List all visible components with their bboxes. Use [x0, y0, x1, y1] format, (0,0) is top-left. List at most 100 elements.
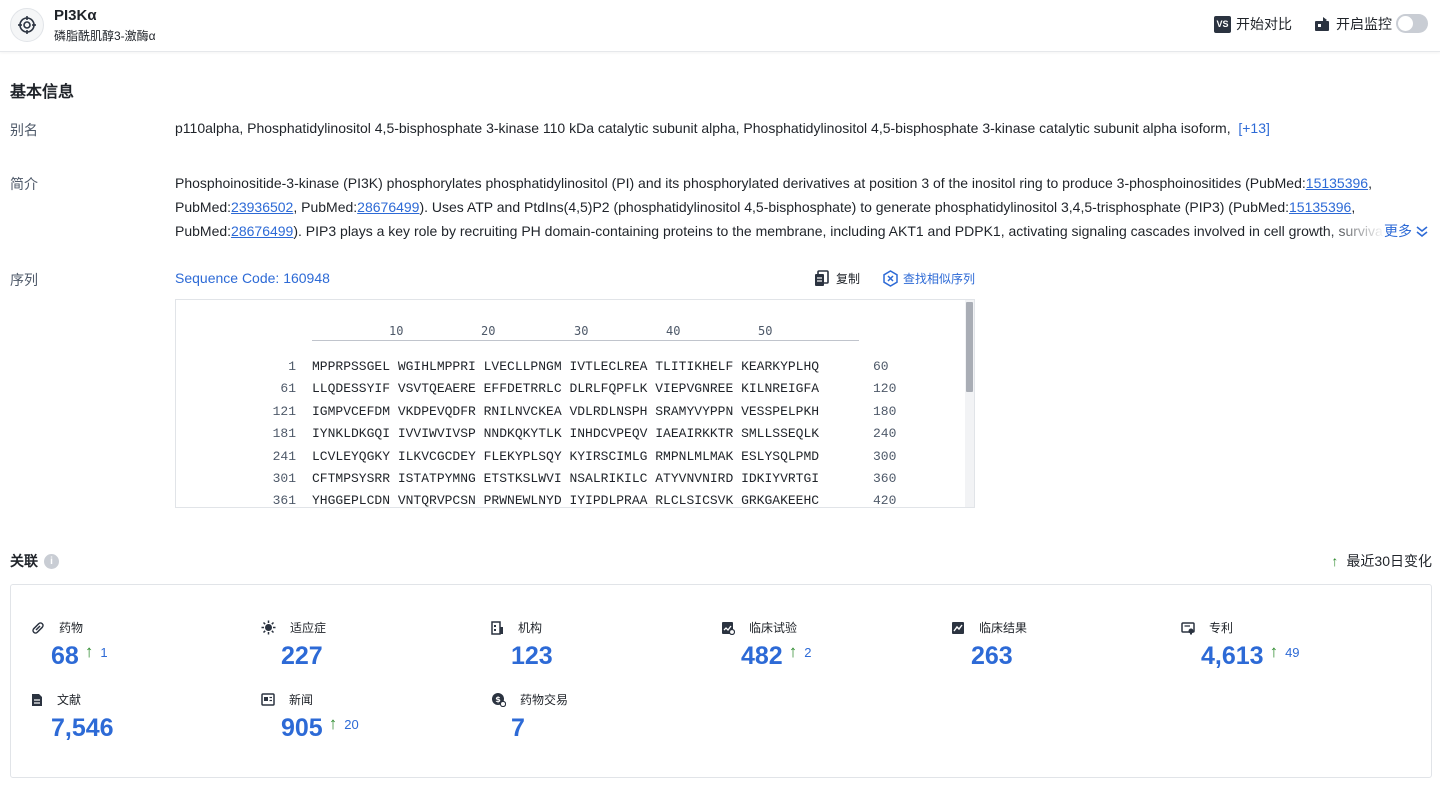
- stat-label-text: 新闻: [289, 693, 314, 707]
- target-icon: [10, 8, 44, 42]
- sequence-row: 181 IYNKLDKGQI IVVIWVIVSP NNDKQKYTLK INHD…: [176, 426, 966, 448]
- basic-info-title: 基本信息: [10, 84, 75, 101]
- stat-count[interactable]: 263: [971, 642, 1013, 671]
- find-similar-sequence-button[interactable]: 查找相似序列: [882, 270, 975, 287]
- stat-drug-deals[interactable]: $ 药物交易 7: [471, 657, 691, 757]
- stat-label-text: 适应症: [290, 621, 327, 635]
- stat-literature[interactable]: 文献 7,546: [11, 657, 231, 757]
- summary-more-button[interactable]: 更多: [1384, 219, 1429, 243]
- start-compare-button[interactable]: VS 开始对比: [1214, 14, 1292, 34]
- patents-icon: [1181, 621, 1202, 635]
- stat-label: 药物: [31, 619, 83, 636]
- sequence-label: 序列: [10, 272, 38, 288]
- summary-text: Phosphoinositide-3-kinase (PI3K) phospho…: [175, 171, 1430, 243]
- row-residues: LLQDESSYIF VSVTQEAERE EFFDETRRLC DLRLFQP…: [312, 381, 820, 397]
- stat-delta: ↑ 49: [1270, 642, 1300, 662]
- more-label: 更多: [1384, 223, 1412, 239]
- sequence-row: 301 CFTMPSYSRR ISTATPYMNG ETSTKSLWVI NSAL…: [176, 471, 966, 493]
- ruler-number: 20: [481, 324, 496, 338]
- change-legend: ↑ 最近30日变化: [1331, 551, 1432, 571]
- sequence-ruler: [312, 340, 859, 341]
- clinical-trials-icon: [721, 621, 742, 635]
- row-start-index: 1: [288, 359, 296, 374]
- row-residues: CFTMPSYSRR ISTATPYMNG ETSTKSLWVI NSALRIK…: [312, 471, 820, 486]
- sequence-row: 121 IGMPVCEFDM VKDPEVQDFR RNILNVCKEA VDLR…: [176, 404, 966, 426]
- drug-deals-icon: $: [491, 692, 513, 707]
- sequence-code-link[interactable]: Sequence Code: 160948: [175, 270, 330, 286]
- stat-value: 7: [511, 714, 525, 743]
- ruler-number: 50: [758, 324, 773, 338]
- page-subtitle: 磷脂酰肌醇3-激酶α: [54, 29, 156, 43]
- stat-clinical-trials[interactable]: 临床试验 482 ↑ 2: [701, 585, 921, 685]
- pubmed-link[interactable]: 15135396: [1306, 175, 1368, 191]
- similar-sequence-icon: [883, 270, 898, 287]
- row-start-index: 361: [272, 493, 296, 508]
- aliases-more-link[interactable]: [+13]: [1238, 120, 1270, 136]
- stat-label-text: 药物交易: [520, 693, 569, 707]
- scroll-thumb[interactable]: [966, 302, 973, 392]
- up-arrow-icon: ↑: [1269, 642, 1279, 661]
- stat-value: 482 ↑ 2: [741, 642, 811, 671]
- stat-delta-value: 49: [1285, 644, 1300, 660]
- summary-part: ). PIP3 plays a key role by recruiting P…: [293, 223, 1389, 239]
- sequence-scrollbar[interactable]: [965, 300, 974, 507]
- stat-value: 905 ↑ 20: [281, 714, 359, 743]
- find-similar-label: 查找相似序列: [903, 272, 976, 286]
- stat-count[interactable]: 482: [741, 642, 783, 671]
- organizations-icon: [491, 620, 511, 635]
- stat-news[interactable]: 新闻 905 ↑ 20: [241, 657, 461, 757]
- row-start-index: 61: [280, 381, 296, 397]
- row-end-index: 240: [873, 426, 897, 442]
- stat-label: 临床试验: [721, 619, 797, 636]
- row-end-index: 300: [873, 448, 897, 464]
- page-title: PI3Kα: [54, 7, 97, 24]
- row-end-index: 120: [873, 381, 897, 397]
- monitor-label: 开启监控: [1336, 16, 1392, 32]
- stat-label-text: 文献: [57, 693, 82, 707]
- summary-part: ). Uses ATP and PtdIns(4,5)P2 (phosphati…: [419, 199, 1290, 215]
- stat-label: $ 药物交易: [491, 691, 568, 708]
- sequence-viewer[interactable]: 10 20 30 40 50 1 MPPRPSSGEL WGIHLMPPRI LVECLL…: [175, 299, 975, 508]
- stat-label-text: 临床试验: [749, 621, 798, 635]
- sequence-row: 361 YHGGEPLCDN VNTQRVPCSN PRWNEWLNYD IYIP…: [176, 493, 966, 508]
- row-residues: LCVLEYQGKY ILKVCGCDEY FLEKYPLSQY KYIRSCI…: [312, 448, 820, 464]
- news-icon: [261, 693, 282, 706]
- monitor-button[interactable]: 开启监控: [1314, 14, 1392, 34]
- stat-value: 7,546: [51, 714, 114, 743]
- stat-count[interactable]: 7: [511, 714, 525, 743]
- stat-label: 临床结果: [951, 619, 1027, 636]
- sequence-row: 61 LLQDESSYIF VSVTQEAERE EFFDETRRLC DLRLF…: [176, 381, 966, 403]
- pubmed-link[interactable]: 28676499: [357, 199, 419, 215]
- alias-label: 别名: [10, 122, 38, 138]
- info-icon[interactable]: i: [44, 553, 59, 569]
- stat-patents[interactable]: 专利 4,613 ↑ 49: [1161, 585, 1381, 685]
- row-start-index: 241: [272, 448, 296, 464]
- stat-delta: ↑ 2: [789, 642, 812, 662]
- sequence-row: 1 MPPRPSSGEL WGIHLMPPRI LVECLLPNGM IVTLEC…: [176, 359, 966, 381]
- stat-clinical-results[interactable]: 临床结果 263: [931, 585, 1151, 685]
- change-legend-label: 最近30日变化: [1346, 553, 1432, 569]
- alias-text: p110alpha, Phosphatidylinositol 4,5-bisp…: [175, 120, 1425, 136]
- stat-label: 机构: [491, 619, 542, 636]
- summary-part: , PubMed:: [293, 199, 358, 215]
- stat-label-text: 临床结果: [979, 621, 1028, 635]
- stat-label-text: 机构: [518, 621, 543, 635]
- stat-delta-value: 2: [804, 644, 812, 660]
- stat-label: 专利: [1181, 619, 1233, 636]
- stat-count[interactable]: 905: [281, 714, 323, 743]
- copy-button[interactable]: 复制: [814, 270, 860, 287]
- monitor-toggle[interactable]: [1396, 14, 1428, 33]
- pubmed-link[interactable]: 28676499: [231, 223, 293, 239]
- stat-label-text: 专利: [1209, 621, 1234, 635]
- pubmed-link[interactable]: 23936502: [231, 199, 293, 215]
- row-end-index: 180: [873, 403, 897, 419]
- stat-label: 适应症: [261, 619, 326, 636]
- pubmed-link[interactable]: 15135396: [1289, 199, 1351, 215]
- stat-count[interactable]: 4,613: [1201, 642, 1264, 671]
- stat-count[interactable]: 7,546: [51, 714, 114, 743]
- row-residues: IGMPVCEFDM VKDPEVQDFR RNILNVCKEA VDLRDLN…: [312, 403, 820, 419]
- row-start-index: 121: [272, 403, 296, 419]
- toggle-knob: [1398, 16, 1413, 31]
- ruler-number: 40: [666, 324, 681, 338]
- stat-value: 4,613 ↑ 49: [1201, 642, 1300, 671]
